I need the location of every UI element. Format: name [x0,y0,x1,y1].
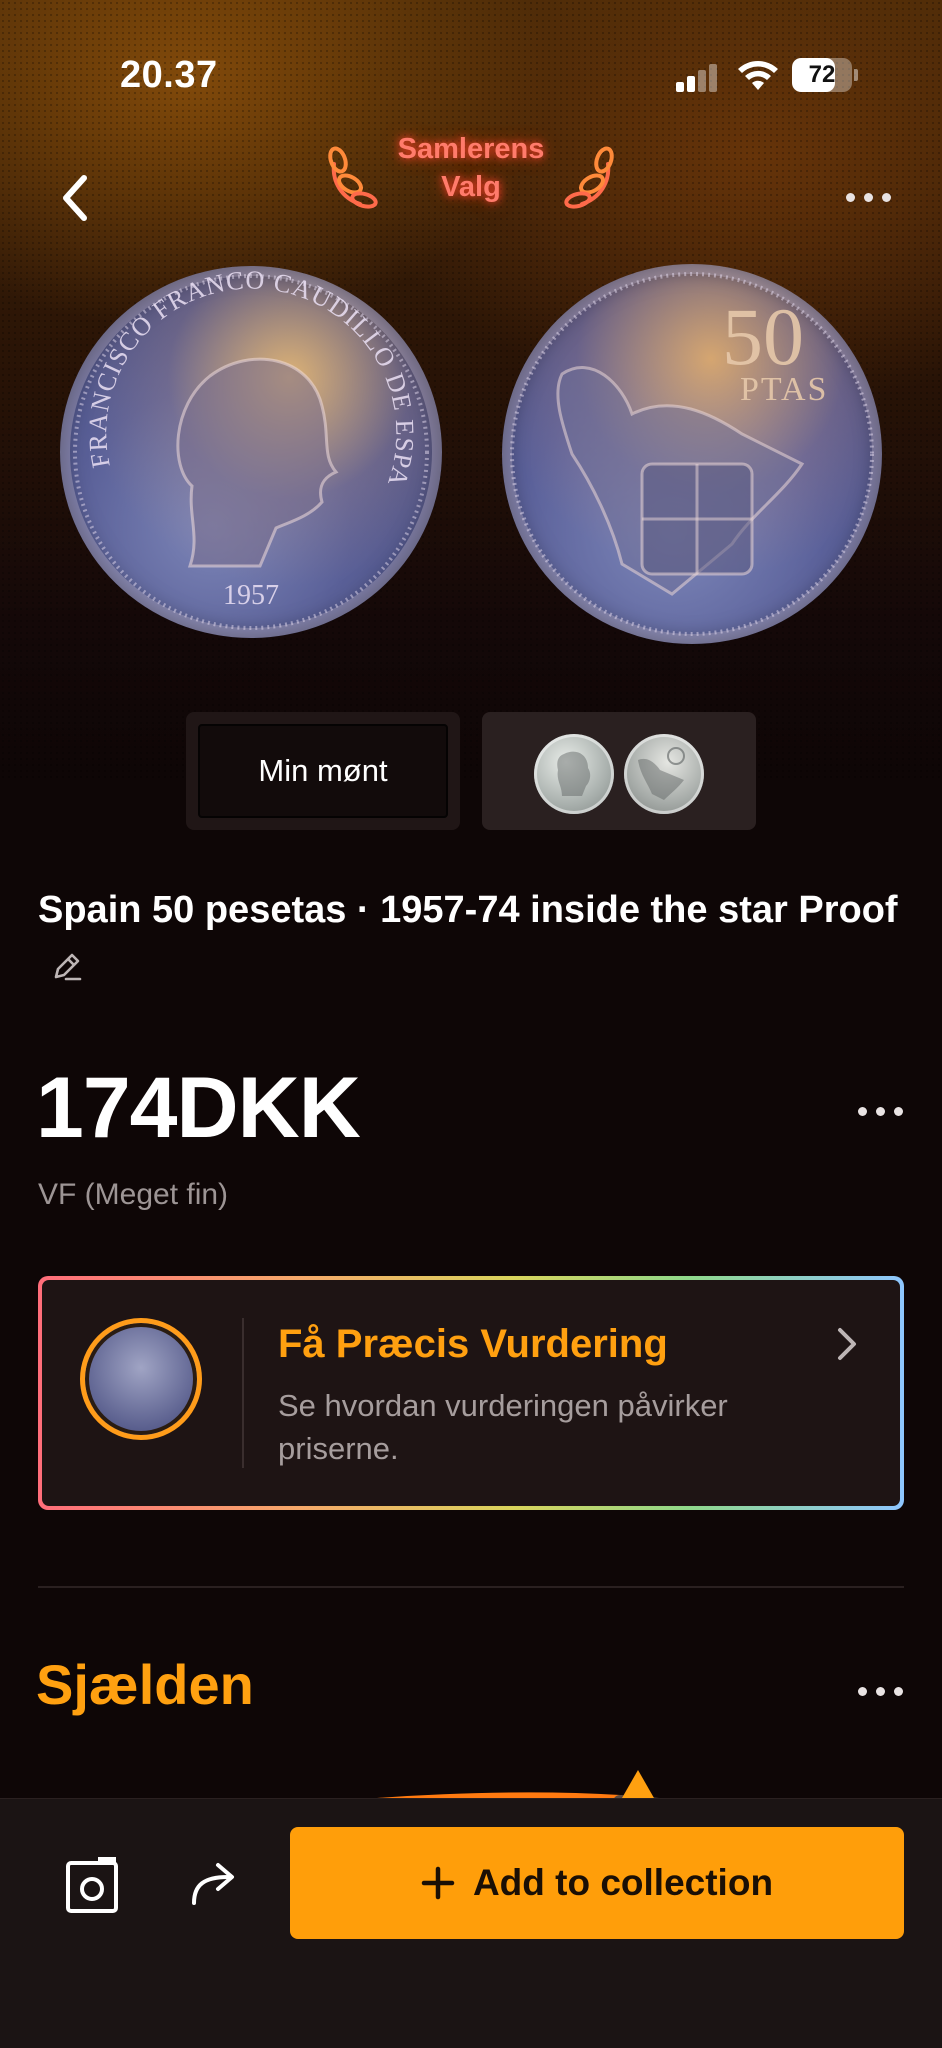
rarity-heading: Sjælden [36,1653,254,1716]
coin-grade: VF (Meget fin) [38,1178,229,1211]
collectors-choice-badge: Samlerens Valg [320,128,622,209]
obverse-year: 1957 [223,580,279,611]
laurel-right-icon [564,146,614,209]
coin-reverse-image[interactable]: 50 PTAS [502,264,882,644]
chevron-left-icon [63,175,87,221]
more-horizontal-icon [856,1674,904,1708]
reference-images-tab[interactable] [482,712,756,830]
battery-percent: 72 [808,61,836,88]
reverse-value: 50 [722,291,804,382]
cellular-signal-icon [676,62,718,92]
appraisal-card-subtitle: Se hvordan vurderingen påvirker priserne… [278,1388,728,1466]
laurel-left-icon [328,146,378,209]
bottom-action-bar: Add to collection [0,1798,942,2048]
badge-line-2: Valg [441,171,501,203]
add-to-collection-button[interactable]: Add to collection [290,1827,904,1939]
card-divider [242,1318,244,1468]
battery-icon: 72 [792,58,858,92]
section-divider [38,1586,904,1588]
more-options-button[interactable] [838,180,898,214]
add-to-collection-label: Add to collection [472,1862,774,1903]
plus-icon [421,1866,455,1900]
back-button[interactable] [52,168,102,228]
rarity-pointer-icon [622,1770,654,1798]
more-horizontal-icon [856,1094,904,1128]
camera-icon[interactable] [62,1851,128,1917]
reverse-unit: PTAS [740,371,828,408]
coin-thumbnail [80,1318,202,1440]
reference-reverse-thumbnail [624,734,704,814]
price-options-button[interactable] [856,1094,904,1128]
edit-pencil-icon[interactable] [50,949,84,983]
wifi-icon [738,61,778,90]
my-coin-tab[interactable]: Min mønt [186,712,460,830]
more-horizontal-icon [838,180,898,214]
status-time: 20.37 [120,54,218,96]
precise-appraisal-card[interactable]: Få Præcis Vurdering Se hvordan vurdering… [38,1276,904,1510]
status-bar: 20.37 72 [0,0,942,120]
coin-title-text: Spain 50 pesetas · 1957-74 inside the st… [38,889,898,931]
badge-line-1: Samlerens [397,133,545,165]
appraisal-card-title: Få Præcis Vurdering [278,1322,668,1366]
coin-obverse-image[interactable]: FRANCISCO FRANCO CAUDILLO DE ESPAÑA POR … [60,266,442,638]
coin-title: Spain 50 pesetas · 1957-74 inside the st… [38,882,908,996]
share-arrow-icon[interactable] [184,1853,244,1913]
chevron-right-icon [838,1328,856,1360]
coin-price: 174DKK [36,1060,361,1156]
rarity-options-button[interactable] [856,1674,904,1708]
my-coin-label: Min mønt [198,724,448,818]
reference-obverse-thumbnail [534,734,614,814]
